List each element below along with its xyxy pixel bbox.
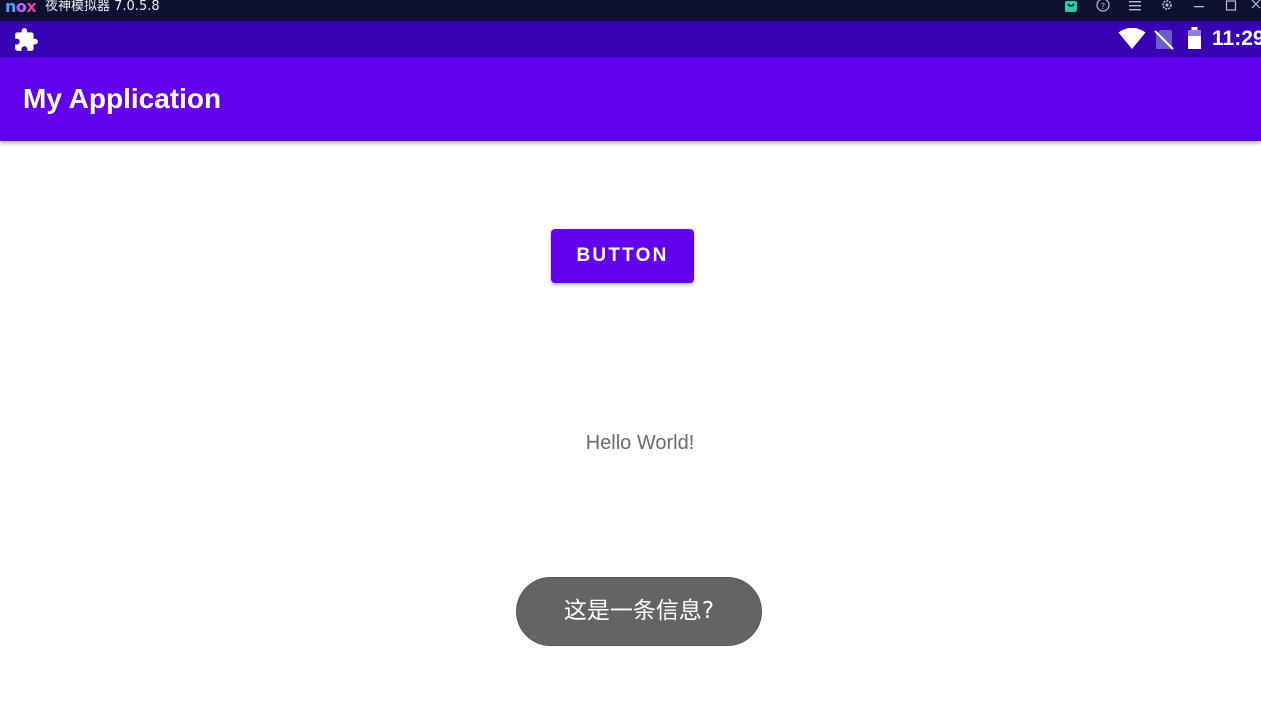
page-title: My Application [23,83,222,114]
help-icon[interactable]: ? [1095,0,1111,12]
menu-icon[interactable] [1127,0,1143,12]
wifi-icon [1118,27,1146,50]
puzzle-icon [13,27,39,53]
minimize-icon[interactable] [1191,0,1207,12]
toast-message: 这是一条信息? [517,578,761,645]
emulator-window: nox 夜神模拟器 7.0.5.8 ? 11:29 My Application… [0,0,1261,711]
android-status-bar: 11:29 [0,21,1261,57]
maximize-icon[interactable] [1223,0,1239,12]
hello-world-text: Hello World! [585,432,695,454]
app-bar: My Application [0,57,1261,141]
emulator-title: 夜神模拟器 7.0.5.8 [45,0,160,14]
main-button[interactable]: BUTTON [551,229,694,283]
gear-icon[interactable] [1159,0,1175,12]
nox-logo: nox [5,0,37,16]
bag-icon[interactable] [1063,0,1079,12]
close-icon[interactable] [1251,0,1261,12]
no-sim-icon [1154,29,1174,50]
emulator-title-bar: nox 夜神模拟器 7.0.5.8 ? [0,0,1261,21]
svg-text:?: ? [1101,2,1105,11]
status-time: 11:29 [1212,27,1261,50]
battery-icon [1187,27,1202,50]
